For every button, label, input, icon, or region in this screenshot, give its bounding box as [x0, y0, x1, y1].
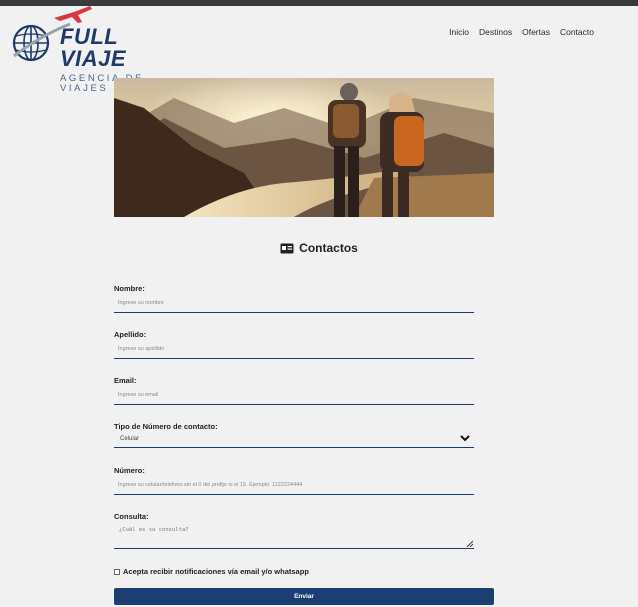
tipo-contacto-field: Tipo de Número de contacto: Celular — [114, 422, 474, 448]
numero-label: Número: — [114, 466, 145, 475]
consulta-textarea-wrap — [114, 521, 474, 549]
consulta-label: Consulta: — [114, 512, 149, 521]
nombre-field: Nombre: — [114, 284, 474, 313]
nav-ofertas[interactable]: Ofertas — [522, 27, 550, 37]
enviar-button[interactable]: Enviar — [114, 588, 494, 605]
chevron-down-icon — [460, 435, 470, 442]
apellido-input[interactable] — [114, 339, 474, 359]
brand-logo[interactable]: FULL VIAJE AGENCIA DE VIAJES — [10, 6, 180, 94]
consulta-field: Consulta: — [114, 512, 474, 549]
consent-row: Acepta recibir notificaciones vía email … — [114, 567, 309, 576]
email-field: Email: — [114, 376, 474, 405]
nombre-input[interactable] — [114, 293, 474, 313]
tipo-contacto-select[interactable]: Celular — [114, 431, 474, 448]
contact-title-text: Contactos — [299, 241, 358, 255]
tipo-contacto-value: Celular — [120, 436, 140, 442]
contact-section-title: Contactos — [0, 241, 638, 255]
numero-field: Número: — [114, 466, 474, 495]
numero-input[interactable] — [114, 475, 474, 495]
consent-checkbox[interactable] — [114, 568, 120, 575]
resize-grip-icon[interactable] — [465, 539, 473, 547]
consulta-textarea[interactable] — [114, 521, 474, 549]
apellido-label: Apellido: — [114, 330, 147, 339]
brand-name: FULL VIAJE — [60, 24, 127, 71]
consent-label: Acepta recibir notificaciones vía email … — [123, 567, 309, 576]
email-input[interactable] — [114, 385, 474, 405]
hero-image — [114, 78, 494, 217]
site-header: FULL VIAJE AGENCIA DE VIAJES Inicio Dest… — [0, 6, 638, 94]
nav-destinos[interactable]: Destinos — [479, 27, 512, 37]
nombre-label: Nombre: — [114, 284, 145, 293]
travelers-mountain-photo — [114, 78, 494, 217]
nav-inicio[interactable]: Inicio — [449, 27, 469, 37]
contact-card-icon — [280, 243, 294, 253]
nav-contacto[interactable]: Contacto — [560, 27, 594, 37]
apellido-field: Apellido: — [114, 330, 474, 359]
email-label: Email: — [114, 376, 137, 385]
tipo-contacto-label: Tipo de Número de contacto: — [114, 422, 218, 431]
main-nav: Inicio Destinos Ofertas Contacto — [449, 27, 594, 37]
